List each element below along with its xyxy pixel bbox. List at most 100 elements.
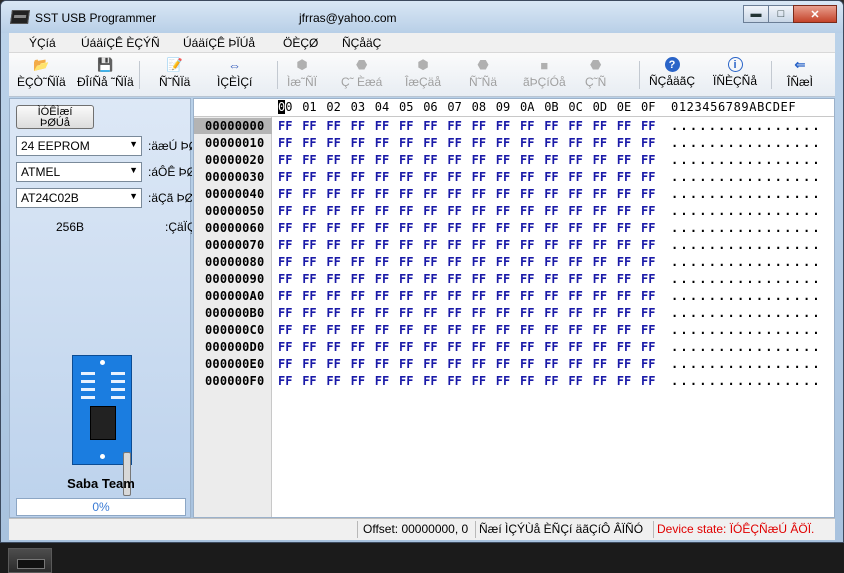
hex-byte[interactable]: FF <box>375 221 389 235</box>
hex-byte[interactable]: FF <box>520 187 534 201</box>
hex-byte[interactable]: FF <box>326 306 340 320</box>
toolbar-blank-check-button[interactable]: ⬢ Ìæ˜ÑÏ <box>287 55 317 95</box>
hex-byte[interactable]: FF <box>520 357 534 371</box>
toolbar-auto-button[interactable]: ⬣ Ç˜Ñ <box>585 55 606 95</box>
hex-byte[interactable]: FF <box>544 289 558 303</box>
hex-byte[interactable]: FF <box>447 221 461 235</box>
hex-byte[interactable]: FF <box>423 374 437 388</box>
hex-byte[interactable]: FF <box>617 238 631 252</box>
hex-byte[interactable]: FF <box>568 340 582 354</box>
hex-byte[interactable]: FF <box>278 170 292 184</box>
ascii-row[interactable]: ................ <box>671 238 822 252</box>
hex-byte[interactable]: FF <box>496 357 510 371</box>
hex-byte[interactable]: FF <box>447 204 461 218</box>
ascii-row[interactable]: ................ <box>671 272 822 286</box>
toolbar-swap-button[interactable]: ⇔ ÌÇÈÌÇí <box>217 55 252 95</box>
hex-byte[interactable]: FF <box>399 119 413 133</box>
toolbar-save-button[interactable]: 💾 ÐÎíÑå ˜ÑÏä <box>77 55 134 95</box>
ascii-row[interactable]: ................ <box>671 153 822 167</box>
hex-byte[interactable]: FF <box>496 340 510 354</box>
ascii-row[interactable]: ................ <box>671 357 822 371</box>
hex-byte[interactable]: FF <box>617 323 631 337</box>
hex-byte[interactable]: FF <box>593 238 607 252</box>
hex-byte[interactable]: FF <box>617 255 631 269</box>
hex-byte[interactable]: FF <box>520 289 534 303</box>
hex-byte[interactable]: FF <box>641 187 655 201</box>
hex-byte[interactable]: FF <box>568 136 582 150</box>
ascii-row[interactable]: ................ <box>671 204 822 218</box>
hex-byte[interactable]: FF <box>496 238 510 252</box>
hex-byte[interactable]: FF <box>544 204 558 218</box>
toolbar-about-button[interactable]: i ÏÑÈÇÑå <box>713 55 757 95</box>
hex-byte[interactable]: FF <box>472 323 486 337</box>
hex-byte[interactable]: FF <box>641 255 655 269</box>
hex-byte[interactable]: FF <box>302 306 316 320</box>
hex-byte[interactable]: FF <box>520 119 534 133</box>
hex-byte[interactable]: FF <box>520 272 534 286</box>
hex-byte[interactable]: FF <box>617 170 631 184</box>
hex-byte[interactable]: FF <box>326 357 340 371</box>
hex-byte[interactable]: FF <box>302 170 316 184</box>
hex-byte[interactable]: FF <box>520 238 534 252</box>
hex-byte[interactable]: FF <box>375 153 389 167</box>
hex-byte[interactable]: FF <box>447 374 461 388</box>
hex-byte[interactable]: FF <box>544 323 558 337</box>
hex-byte[interactable]: FF <box>447 170 461 184</box>
hex-byte[interactable]: FF <box>351 170 365 184</box>
hex-byte[interactable]: FF <box>568 255 582 269</box>
hex-byte[interactable]: FF <box>617 187 631 201</box>
hex-byte[interactable]: FF <box>302 238 316 252</box>
hex-byte[interactable]: FF <box>641 221 655 235</box>
hex-byte[interactable]: FF <box>593 340 607 354</box>
hex-byte[interactable]: FF <box>375 204 389 218</box>
hex-byte[interactable]: FF <box>423 323 437 337</box>
hex-byte[interactable]: FF <box>544 187 558 201</box>
hex-byte[interactable]: FF <box>302 272 316 286</box>
hex-byte[interactable]: FF <box>544 136 558 150</box>
toolbar-write-button[interactable]: ⬣ Ñ˜Ñä <box>469 55 497 95</box>
hex-byte[interactable]: FF <box>351 255 365 269</box>
hex-byte[interactable]: FF <box>568 187 582 201</box>
hex-byte[interactable]: FF <box>593 255 607 269</box>
hex-byte[interactable]: FF <box>278 272 292 286</box>
hex-byte[interactable]: FF <box>617 357 631 371</box>
hex-byte[interactable]: FF <box>302 340 316 354</box>
hex-byte[interactable]: FF <box>496 119 510 133</box>
hex-byte[interactable]: FF <box>544 221 558 235</box>
hex-byte[interactable]: FF <box>351 238 365 252</box>
hex-byte[interactable]: FF <box>641 306 655 320</box>
hex-byte[interactable]: FF <box>520 323 534 337</box>
taskbar-app-thumbnail[interactable] <box>8 548 52 573</box>
hex-byte[interactable]: FF <box>617 289 631 303</box>
hex-byte[interactable]: FF <box>544 170 558 184</box>
hex-byte[interactable]: FF <box>568 153 582 167</box>
hex-byte[interactable]: FF <box>278 238 292 252</box>
menu-item-chip[interactable]: ÚáäíÇÊ ÞÏÚå <box>183 36 255 50</box>
hex-byte[interactable]: FF <box>375 374 389 388</box>
hex-byte[interactable]: FF <box>447 289 461 303</box>
ascii-row[interactable]: ................ <box>671 374 822 388</box>
hex-byte[interactable]: FF <box>326 374 340 388</box>
hex-byte[interactable]: FF <box>544 153 558 167</box>
ascii-row[interactable]: ................ <box>671 187 822 201</box>
hex-byte[interactable]: FF <box>568 119 582 133</box>
hex-byte[interactable]: FF <box>375 238 389 252</box>
hex-byte[interactable]: FF <box>472 340 486 354</box>
hex-byte[interactable]: FF <box>326 238 340 252</box>
hex-byte[interactable]: FF <box>568 357 582 371</box>
hex-byte[interactable]: FF <box>496 204 510 218</box>
hex-byte[interactable]: FF <box>520 255 534 269</box>
hex-byte[interactable]: FF <box>544 119 558 133</box>
hex-byte[interactable]: FF <box>278 221 292 235</box>
hex-byte[interactable]: FF <box>447 238 461 252</box>
hex-byte[interactable]: FF <box>326 272 340 286</box>
hex-byte[interactable]: FF <box>496 153 510 167</box>
hex-byte[interactable]: FF <box>326 340 340 354</box>
memory-type-select[interactable]: 24 EEPROM ▼ <box>16 136 142 156</box>
hex-byte[interactable]: FF <box>375 357 389 371</box>
hex-byte[interactable]: FF <box>593 357 607 371</box>
hex-byte[interactable]: FF <box>496 170 510 184</box>
hex-byte[interactable]: FF <box>302 187 316 201</box>
hex-byte[interactable]: FF <box>423 153 437 167</box>
hex-byte[interactable]: FF <box>496 374 510 388</box>
